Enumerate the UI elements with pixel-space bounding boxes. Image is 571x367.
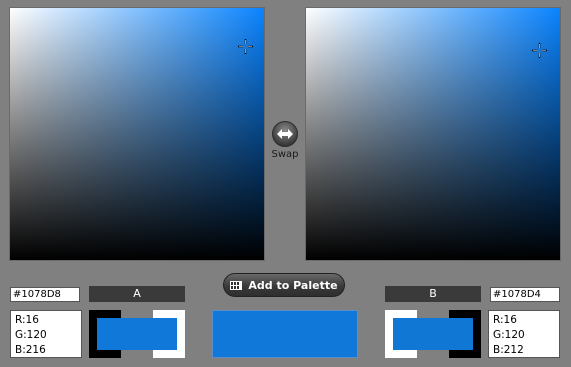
color-picker-b[interactable] (305, 7, 561, 261)
picker-a-black-gradient (10, 8, 264, 260)
swap-arrows-icon (277, 129, 293, 139)
color-picker-a[interactable] (9, 7, 265, 261)
rgb-b-blue: B:212 (493, 344, 524, 356)
crosshair-icon[interactable] (532, 43, 547, 58)
panel-a-label: A (89, 286, 185, 302)
hex-input-b[interactable] (490, 287, 560, 302)
add-to-palette-label: Add to Palette (248, 278, 338, 292)
rgb-a-green: G:120 (15, 329, 47, 341)
rgb-a-red: R:16 (15, 314, 39, 326)
rgb-readout-a: R:16 G:120 B:216 (10, 310, 82, 358)
swatch-b-color (393, 318, 473, 350)
panel-b-label: B (385, 286, 481, 302)
swatch-a (89, 310, 185, 358)
add-to-palette-button[interactable]: Add to Palette (223, 273, 345, 297)
hex-input-a[interactable] (10, 287, 80, 302)
picker-b-black-gradient (306, 8, 560, 260)
crosshair-icon[interactable] (238, 39, 253, 54)
rgb-b-green: G:120 (493, 329, 525, 341)
rgb-a-blue: B:216 (15, 344, 46, 356)
rgb-b-red: R:16 (493, 314, 517, 326)
swatch-b (385, 310, 481, 358)
swatch-a-color (97, 318, 177, 350)
swap-label: Swap (271, 149, 299, 160)
swap-button[interactable] (272, 121, 298, 147)
combined-color-preview (212, 310, 358, 358)
palette-grid-icon (230, 280, 243, 290)
rgb-readout-b: R:16 G:120 B:212 (488, 310, 560, 358)
